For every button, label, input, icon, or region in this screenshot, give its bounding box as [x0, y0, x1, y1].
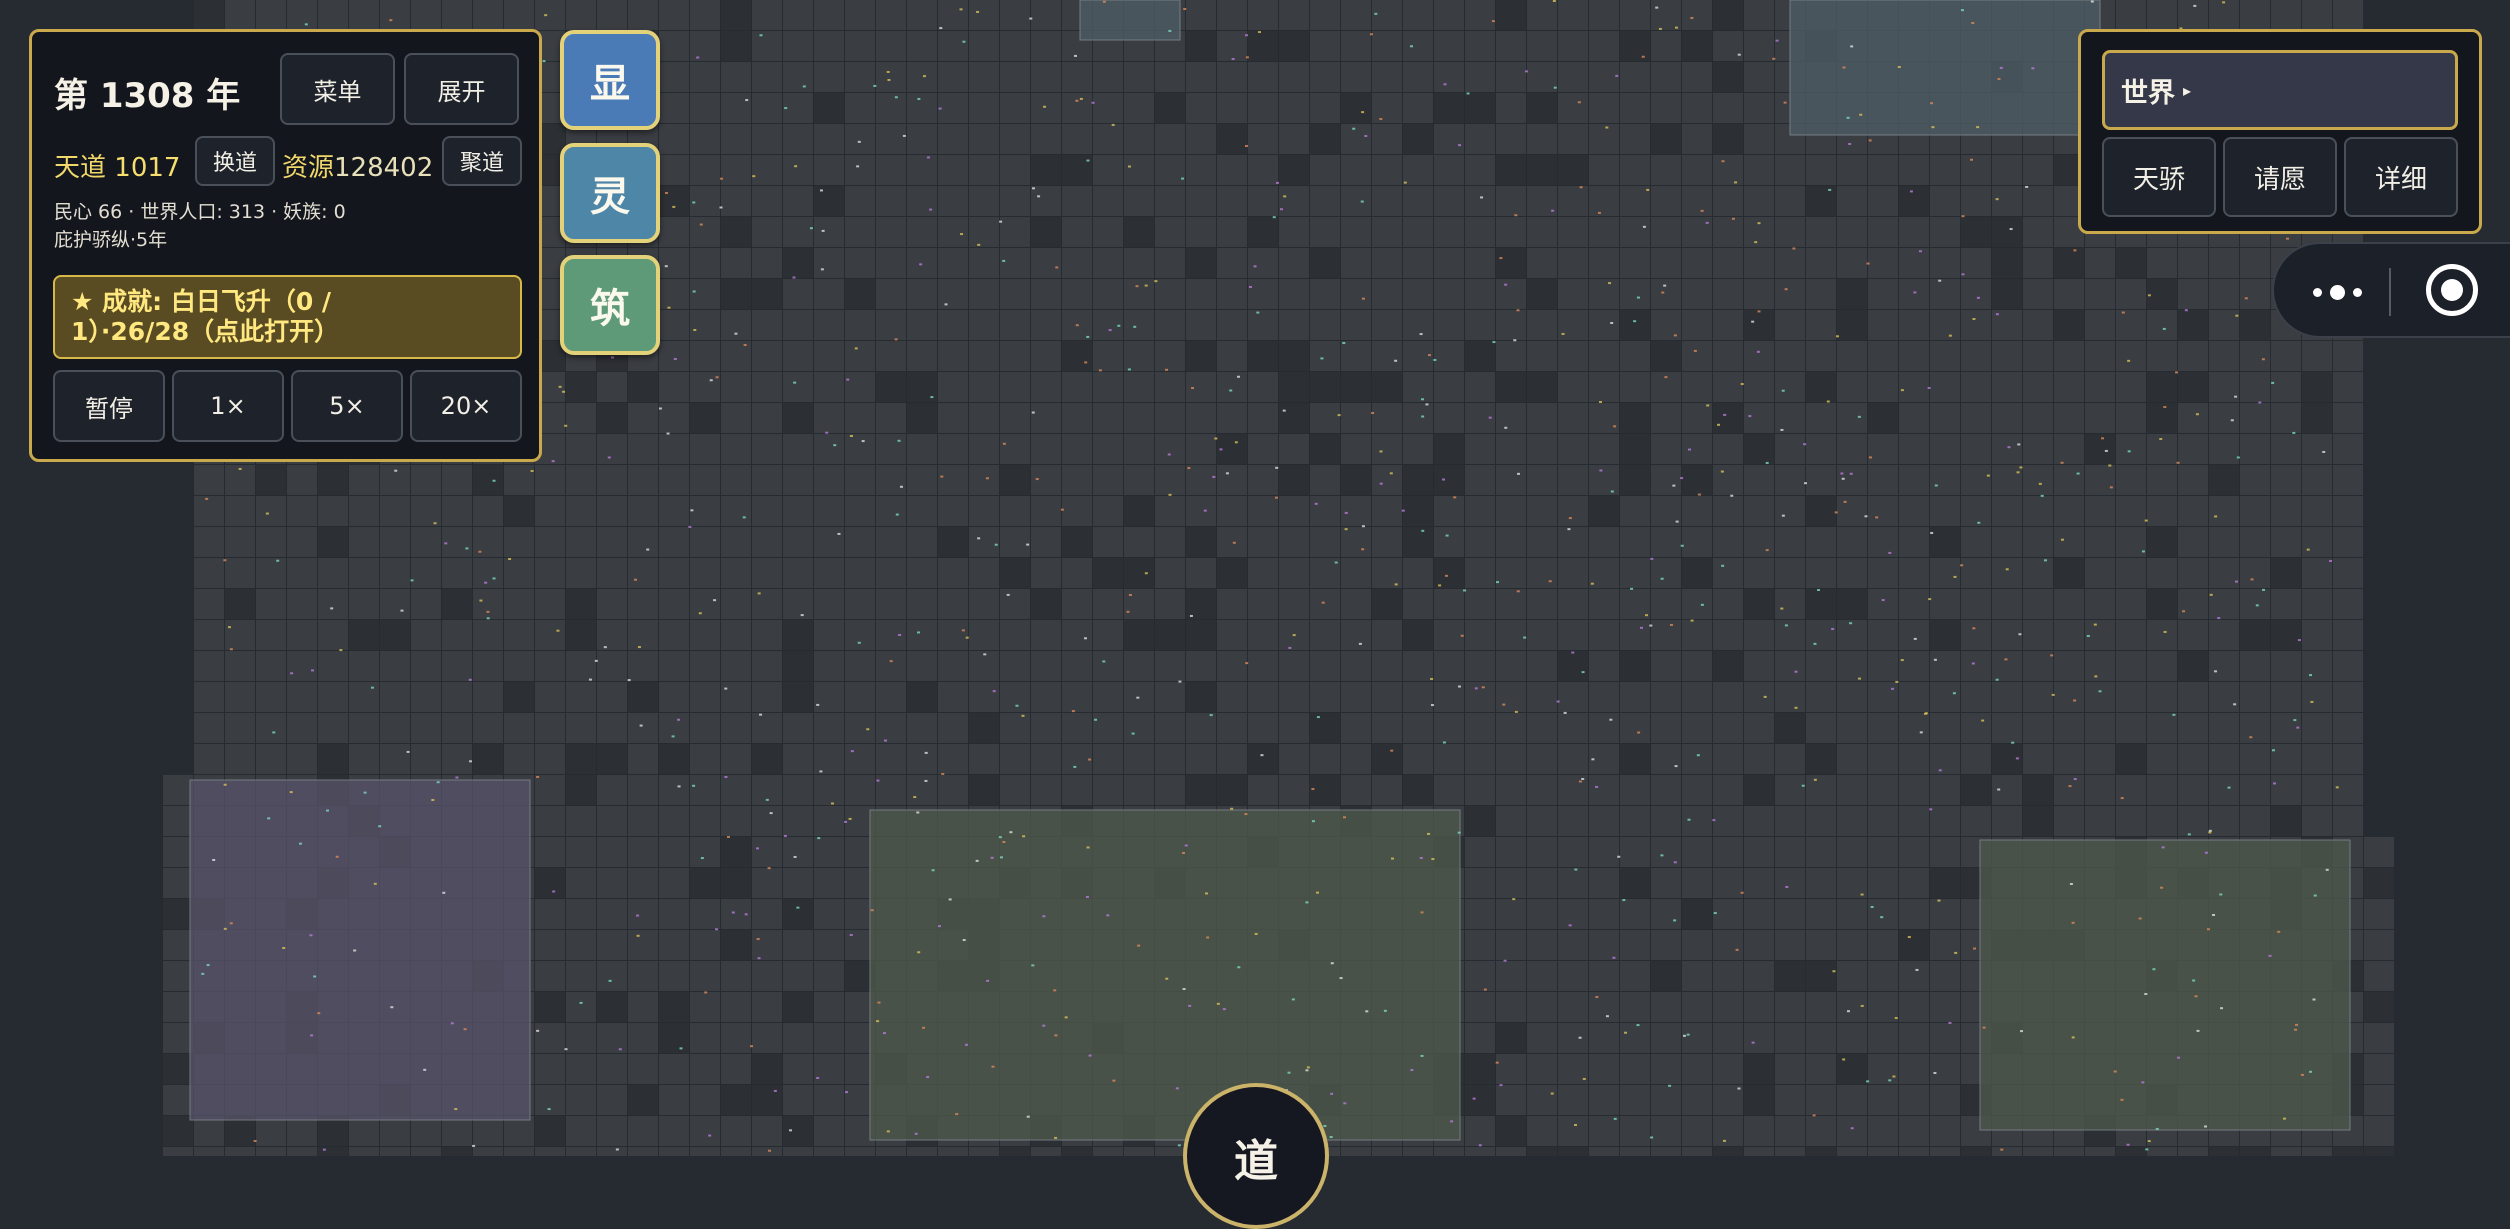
- resource-display: 资源128402: [282, 147, 433, 184]
- target-icon[interactable]: [2426, 264, 2478, 316]
- tiandao-label: 天道: [54, 153, 107, 183]
- tianjiao-button[interactable]: 天骄: [2102, 137, 2216, 217]
- chevron-right-icon: ▸: [2183, 80, 2192, 100]
- speed-1x-button[interactable]: 1×: [172, 370, 284, 442]
- blessing-line: 庇护骄纵·5年: [54, 229, 168, 251]
- expand-button[interactable]: 展开: [404, 53, 519, 125]
- tiandao-value: 1017: [114, 153, 181, 183]
- more-dots-icon[interactable]: [2309, 244, 2366, 340]
- menu-button[interactable]: 菜单: [280, 53, 395, 125]
- achievement-line-1: ★ 成就: 白日飞升（0 /: [71, 287, 332, 316]
- category-button-ling[interactable]: 灵: [560, 143, 660, 243]
- category-button-xian[interactable]: 显: [560, 30, 660, 130]
- info-panel: 第 1308 年 菜单 展开 天道 1017 换道 资源128402 聚道 民心…: [29, 29, 542, 462]
- category-button-zhu[interactable]: 筑: [560, 255, 660, 355]
- speed-20x-button[interactable]: 20×: [410, 370, 522, 442]
- world-panel: 世界 ▸ 天骄 请愿 详细: [2078, 29, 2482, 234]
- gather-dao-button[interactable]: 聚道: [442, 136, 522, 186]
- world-select[interactable]: 世界 ▸: [2102, 50, 2458, 130]
- year-display: 第 1308 年: [54, 76, 241, 116]
- switch-dao-button[interactable]: 换道: [195, 136, 275, 186]
- stats-line: 民心 66 · 世界人口: 313 · 妖族: 0: [54, 201, 346, 223]
- tiandao-display: 天道 1017: [54, 147, 180, 184]
- world-select-label: 世界: [2121, 77, 2175, 109]
- resource-value: 128402: [334, 153, 434, 183]
- pause-button[interactable]: 暂停: [53, 370, 165, 442]
- achievement-line-2: 1）·26/28（点此打开）: [71, 317, 340, 346]
- detail-button[interactable]: 详细: [2344, 137, 2458, 217]
- capsule-divider: [2389, 268, 2391, 316]
- achievement-banner[interactable]: ★ 成就: 白日飞升（0 / 1）·26/28（点此打开）: [53, 275, 522, 359]
- capsule-menu: [2272, 242, 2510, 338]
- dao-button[interactable]: 道: [1183, 1083, 1329, 1229]
- speed-5x-button[interactable]: 5×: [291, 370, 403, 442]
- resource-label: 资源: [282, 153, 335, 183]
- wish-button[interactable]: 请愿: [2223, 137, 2337, 217]
